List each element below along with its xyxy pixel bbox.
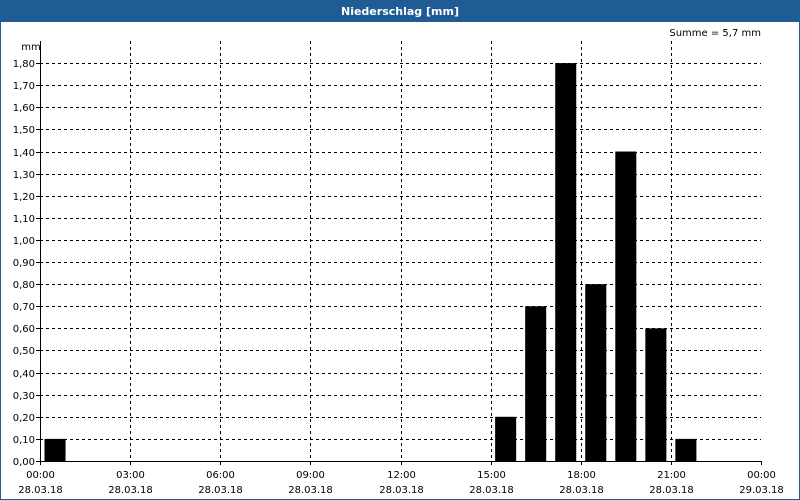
y-tick-label: 1,30	[13, 170, 35, 181]
bar	[675, 438, 697, 461]
x-tick-time: 12:00	[387, 470, 416, 481]
y-axis-label: mm	[21, 42, 40, 53]
x-tick-date: 28.03.18	[469, 485, 514, 496]
bar	[615, 151, 637, 462]
x-tick-date: 28.03.18	[18, 485, 63, 496]
x-tick-time: 00:00	[747, 470, 776, 481]
x-tick-time: 15:00	[477, 470, 506, 481]
y-tick-label: 0,10	[13, 435, 35, 446]
sum-annotation: Summe = 5,7 mm	[669, 28, 761, 39]
y-tick-label: 1,80	[13, 59, 35, 70]
x-tick-time: 03:00	[116, 470, 145, 481]
y-tick-label: 0,00	[13, 457, 35, 468]
x-tick-date: 28.03.18	[559, 485, 604, 496]
x-tick-date: 28.03.18	[198, 485, 243, 496]
y-tick-label: 1,50	[13, 125, 35, 136]
y-tick-label: 0,70	[13, 302, 35, 313]
x-tick-date: 28.03.18	[108, 485, 153, 496]
x-tick-date: 28.03.18	[379, 485, 424, 496]
y-tick-label: 0,20	[13, 413, 35, 424]
y-tick-label: 1,70	[13, 81, 35, 92]
y-tick-label: 0,40	[13, 369, 35, 380]
y-tick-label: 0,90	[13, 258, 35, 269]
x-tick-time: 21:00	[657, 470, 686, 481]
y-tick-label: 0,30	[13, 391, 35, 402]
y-tick-label: 0,60	[13, 324, 35, 335]
y-tick-label: 1,10	[13, 214, 35, 225]
labels: 0,00 0,10 0,20 0,30 0,40 0,50 0,60 0,70 0,80 0,90…	[13, 28, 784, 496]
y-tick-label: 0,50	[13, 346, 35, 357]
bar	[44, 438, 66, 461]
y-tick-label: 1,60	[13, 103, 35, 114]
bar	[495, 416, 517, 461]
bar	[585, 284, 607, 461]
x-tick-date: 29.03.18	[739, 485, 784, 496]
x-tick-time: 18:00	[567, 470, 596, 481]
x-tick-time: 06:00	[206, 470, 235, 481]
x-tick-date: 28.03.18	[649, 485, 694, 496]
precipitation-chart: 0,00 0,10 0,20 0,30 0,40 0,50 0,60 0,70 0,80 0,90…	[13, 28, 784, 496]
x-tick-time: 00:00	[26, 470, 55, 481]
bar	[525, 306, 547, 461]
x-tick-time: 09:00	[296, 470, 325, 481]
y-tick-label: 1,20	[13, 192, 35, 203]
x-tick-date: 28.03.18	[288, 485, 333, 496]
bar	[645, 328, 667, 461]
bar	[555, 63, 577, 462]
y-tick-label: 1,40	[13, 148, 35, 159]
y-tick-label: 0,80	[13, 280, 35, 291]
y-tick-label: 1,00	[13, 236, 35, 247]
